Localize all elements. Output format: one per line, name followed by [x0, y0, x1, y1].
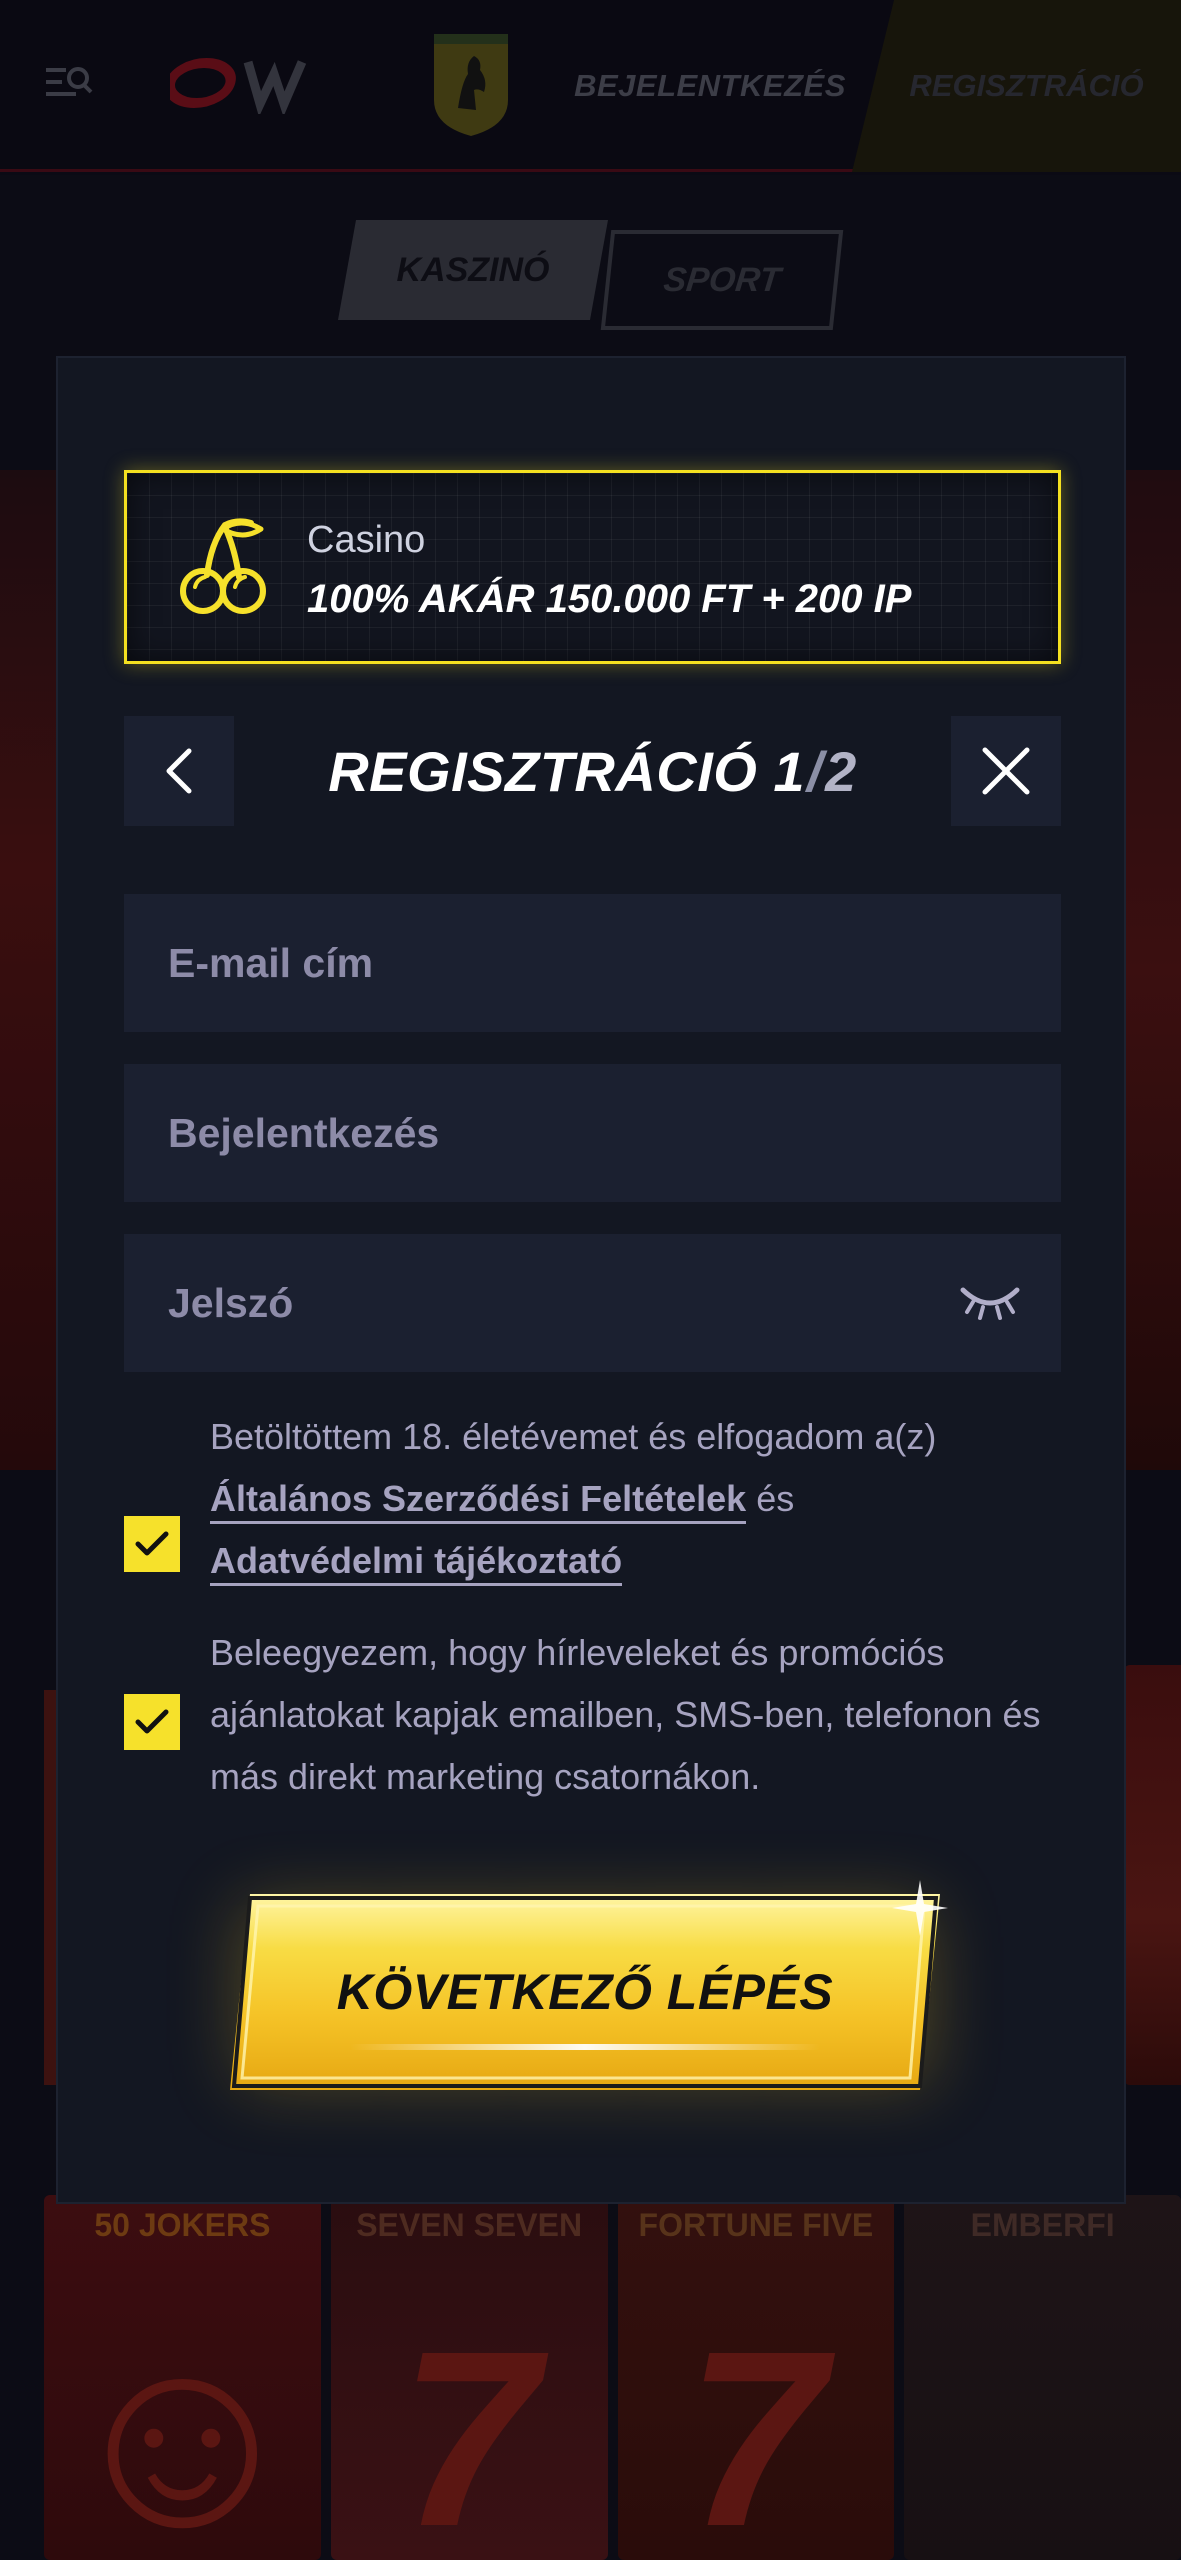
terms-consent: Betöltöttem 18. életévemet és elfogadom …: [124, 1406, 1074, 1596]
next-step-button[interactable]: KÖVETKEZŐ LÉPÉS: [230, 1894, 940, 2090]
username-input[interactable]: [168, 1109, 1061, 1157]
promo-banner: Casino 100% AKÁR 150.000 FT + 200 IP: [124, 470, 1061, 664]
brand-logo-icon[interactable]: [170, 52, 320, 114]
ferrari-shield-icon: [434, 34, 508, 136]
next-step-container: KÖVETKEZŐ LÉPÉS: [230, 1880, 948, 2090]
marketing-consent: Beleegyezem, hogy hírleveleket és promóc…: [124, 1622, 1074, 1812]
eye-closed-icon[interactable]: [959, 1282, 1021, 1322]
game-tile-title: FORTUNE FIVE: [638, 2207, 874, 2243]
chevron-left-icon: [166, 748, 192, 794]
modal-title-slash: /: [807, 739, 824, 803]
button-shine: [350, 2044, 820, 2050]
game-tile-title: SEVEN SEVEN: [356, 2207, 583, 2243]
seven-art: 7: [686, 2298, 826, 2560]
terms-consent-text: Betöltöttem 18. életévemet és elfogadom …: [210, 1406, 1074, 1592]
password-field[interactable]: [124, 1234, 1061, 1372]
terms-link[interactable]: Általános Szerződési Feltételek: [210, 1478, 747, 1524]
email-input[interactable]: [168, 939, 1061, 987]
close-button[interactable]: [951, 716, 1061, 826]
checkmark-icon: [135, 1709, 169, 1734]
sparkle-icon: [892, 1880, 948, 1936]
tab-sport[interactable]: SPORT: [600, 230, 844, 330]
game-tile[interactable]: SEVEN SEVEN 7: [330, 2195, 608, 2560]
checkmark-icon: [135, 1531, 169, 1556]
modal-title: REGISZTRÁCIÓ 1 / 2: [234, 716, 951, 826]
promo-title: Casino: [307, 519, 426, 561]
modal-title-total: 2: [825, 739, 857, 803]
marketing-checkbox[interactable]: [124, 1694, 180, 1750]
username-field[interactable]: [124, 1064, 1061, 1202]
game-tile-title: 50 JOKERS: [94, 2207, 271, 2243]
login-nav-button[interactable]: BEJELENTKEZÉS: [560, 0, 860, 172]
promo-offer: 100% AKÁR 150.000 FT + 200 IP: [307, 577, 912, 621]
background-game-strip: 50 JOKERS ☺ SEVEN SEVEN 7 FORTUNE FIVE 7…: [44, 2195, 1181, 2560]
modal-header: REGISZTRÁCIÓ 1 / 2: [124, 716, 1061, 826]
top-navbar: BEJELENTKEZÉS REGISZTRÁCIÓ: [0, 0, 1181, 172]
cherries-icon: [180, 518, 266, 614]
game-tile-title: EMBERFI: [970, 2207, 1115, 2243]
game-tile[interactable]: EMBERFI: [904, 2195, 1181, 2560]
register-nav-button[interactable]: REGISZTRÁCIÓ: [852, 0, 1181, 172]
password-input[interactable]: [168, 1279, 1061, 1327]
background-banner-left: [0, 470, 60, 1470]
tab-casino[interactable]: KASZINÓ: [338, 220, 608, 320]
privacy-link[interactable]: Adatvédelmi tájékoztató: [210, 1540, 623, 1586]
background-game-tile-edge: [1124, 1665, 1181, 2085]
jester-art: ☺: [54, 2298, 310, 2560]
terms-checkbox[interactable]: [124, 1516, 180, 1572]
menu-search-icon[interactable]: [44, 60, 94, 106]
background-banner-right: [1125, 470, 1181, 1470]
game-tile[interactable]: 50 JOKERS ☺: [44, 2195, 321, 2560]
seven-art: 7: [399, 2298, 539, 2560]
marketing-consent-text: Beleegyezem, hogy hírleveleket és promóc…: [210, 1632, 1041, 1797]
back-button[interactable]: [124, 716, 234, 826]
close-icon: [982, 747, 1030, 795]
registration-modal: Casino 100% AKÁR 150.000 FT + 200 IP REG…: [56, 356, 1126, 2204]
terms-and: és: [756, 1478, 795, 1519]
email-field[interactable]: [124, 894, 1061, 1032]
terms-intro: Betöltöttem 18. életévemet és elfogadom …: [210, 1416, 937, 1457]
modal-title-text: REGISZTRÁCIÓ 1: [328, 739, 806, 803]
game-tile[interactable]: FORTUNE FIVE 7: [617, 2195, 895, 2560]
